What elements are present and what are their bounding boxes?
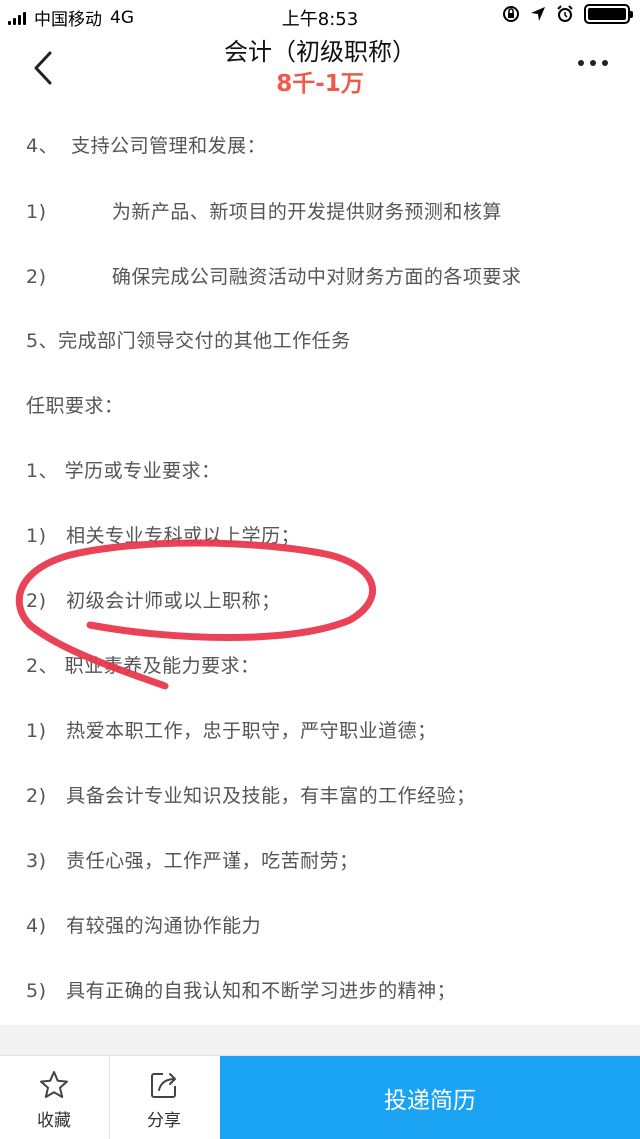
- more-dot-icon: [578, 60, 584, 66]
- more-dot-icon: [602, 60, 608, 66]
- apply-resume-button[interactable]: 投递简历: [220, 1056, 640, 1139]
- content-separator: [0, 1025, 640, 1055]
- description-line: 3) 责任心强，工作严谨，吃苦耐劳；: [26, 850, 359, 872]
- more-menu-button[interactable]: [578, 60, 608, 66]
- salary-label: 8千-1万: [276, 71, 364, 97]
- location-icon: [531, 7, 545, 21]
- description-line: 2) 具备会计专业知识及技能，有丰富的工作经验；: [26, 785, 476, 807]
- favorite-button[interactable]: 收藏: [0, 1056, 108, 1139]
- share-label: 分享: [147, 1111, 181, 1131]
- description-line: 4、 支持公司管理和发展：: [26, 135, 267, 157]
- battery-icon: [584, 4, 633, 24]
- orientation-lock-icon: [503, 6, 519, 22]
- status-right: [502, 4, 633, 24]
- job-description: 4、 支持公司管理和发展： 1) 为新产品、新项目的开发提供财务预测和核算 2)…: [0, 100, 640, 1025]
- share-button[interactable]: 分享: [110, 1056, 218, 1139]
- favorite-label: 收藏: [37, 1111, 71, 1131]
- description-line: 2、 职业素养及能力要求：: [26, 655, 260, 677]
- nav-header: 会计（初级职称） 8千-1万: [0, 28, 640, 100]
- description-line: 1) 为新产品、新项目的开发提供财务预测和核算: [26, 201, 502, 223]
- description-line: 5) 具有正确的自我认知和不断学习进步的精神；: [26, 980, 457, 1002]
- star-icon: [40, 1071, 68, 1098]
- description-line: 1) 热爱本职工作，忠于职守，严守职业道德；: [26, 720, 437, 742]
- more-dot-icon: [590, 60, 596, 66]
- page-title: 会计（初级职称）: [224, 38, 416, 66]
- bottom-action-bar: 收藏 分享 投递简历: [0, 1055, 640, 1139]
- alarm-icon: [557, 5, 573, 22]
- description-line: 1) 相关专业专科或以上学历；: [26, 525, 301, 547]
- description-line: 2) 初级会计师或以上职称；: [26, 590, 281, 612]
- description-line: 4) 有较强的沟通协作能力: [26, 915, 262, 937]
- share-icon: [151, 1073, 176, 1098]
- description-line: 5、完成部门领导交付的其他工作任务: [26, 330, 351, 352]
- description-line: 任职要求：: [26, 395, 124, 417]
- description-line: 1、 学历或专业要求：: [26, 460, 221, 482]
- description-line: 2) 确保完成公司融资活动中对财务方面的各项要求: [26, 266, 522, 288]
